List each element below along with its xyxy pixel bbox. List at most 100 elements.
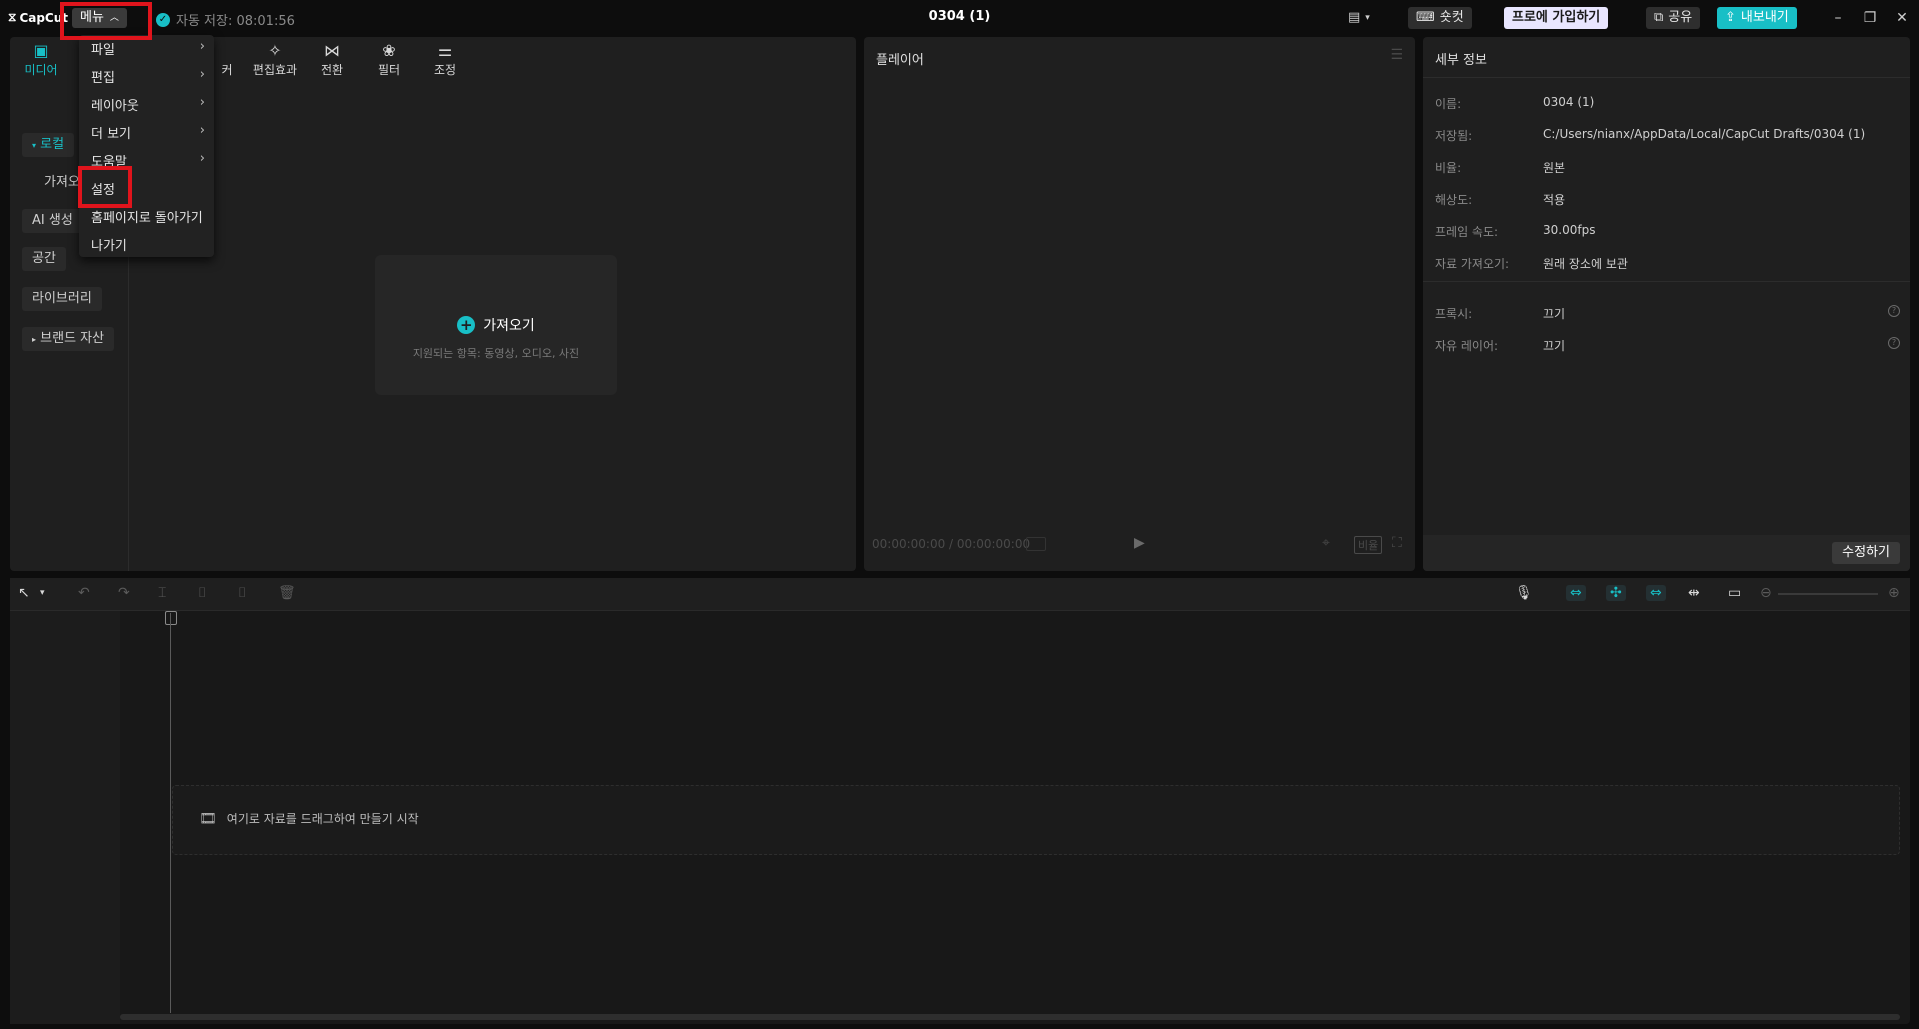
tab-transition[interactable]: ⋈ 전환 <box>305 41 359 78</box>
detail-label-proxy: 프록시: <box>1435 307 1473 321</box>
restore-icon[interactable]: ❐ <box>1856 6 1884 30</box>
redo-icon[interactable]: ↷ <box>118 585 130 601</box>
export-icon: ⇪ <box>1725 10 1736 25</box>
detail-label-frame-rate: 프레임 속도: <box>1435 225 1499 239</box>
chevron-right-icon: › <box>199 67 205 82</box>
close-icon[interactable]: ✕ <box>1888 6 1916 30</box>
detail-value-saved: C:/Users/nianx/AppData/Local/CapCut Draf… <box>1543 127 1866 141</box>
play-icon[interactable]: ▶ <box>1134 535 1145 551</box>
tab-filter-label: 필터 <box>377 63 401 77</box>
help-icon[interactable]: ? <box>1888 337 1900 349</box>
fullscreen-icon[interactable]: ⛶ <box>1392 535 1402 551</box>
timeline-dropzone[interactable]: 🎞 여기로 자료를 드래그하여 만들기 시작 <box>172 785 1900 855</box>
select-cursor-icon[interactable]: ↖ <box>18 585 30 601</box>
dropzone-message: 🎞 여기로 자료를 드래그하여 만들기 시작 <box>199 810 419 827</box>
divider <box>1423 77 1910 78</box>
layout-icon: ▤ <box>1348 10 1361 25</box>
share-label: 공유 <box>1668 10 1693 25</box>
tab-effects[interactable]: ✧ 편집효과 <box>243 41 307 78</box>
chevron-right-icon: › <box>199 151 205 166</box>
minimize-icon[interactable]: – <box>1824 6 1852 30</box>
join-pro-button[interactable]: 프로에 가입하기 <box>1504 7 1609 29</box>
menu-item-layout[interactable]: 레이아웃 › <box>91 95 205 114</box>
detail-value-import: 원래 장소에 보관 <box>1543 257 1628 271</box>
highlight-settings-item <box>78 166 132 208</box>
effects-icon: ✧ <box>268 41 282 60</box>
detail-label-import: 자료 가져오기: <box>1435 257 1510 271</box>
tab-adjust[interactable]: ⚌ 조정 <box>418 41 472 78</box>
sidebar-item-brand-assets[interactable]: ▸ 브랜드 자산 <box>22 327 115 351</box>
tab-media[interactable]: ▣ 미디어 <box>14 41 68 78</box>
detail-value-frame-rate: 30.00fps <box>1543 223 1596 237</box>
detail-label-ratio: 비율: <box>1435 161 1462 175</box>
zoom-in-icon[interactable]: ⊕ <box>1888 585 1900 601</box>
menu-item-go-home[interactable]: 홈페이지로 돌아가기 <box>91 207 205 226</box>
auto-snap-icon[interactable]: ✣ <box>1606 585 1626 601</box>
help-icon[interactable]: ? <box>1888 305 1900 317</box>
adjust-icon: ⚌ <box>437 41 453 60</box>
tab-adjust-label: 조정 <box>433 63 457 77</box>
plus-icon: + <box>457 316 476 334</box>
tab-transition-label: 전환 <box>320 63 344 77</box>
media-icon: ▣ <box>33 41 49 60</box>
chevron-right-icon: › <box>199 123 205 138</box>
keyboard-icon: ⌨ <box>1416 10 1435 25</box>
undo-icon[interactable]: ↶ <box>78 585 90 601</box>
detail-value-name: 0304 (1) <box>1543 95 1595 109</box>
zoom-out-icon[interactable]: ⊖ <box>1760 585 1772 601</box>
triangle-right-icon: ▸ <box>32 335 37 344</box>
tab-filter[interactable]: ❀ 필터 <box>362 41 416 78</box>
layout-button[interactable]: ▤ ▾ <box>1340 7 1378 29</box>
main-track-magnet-icon[interactable]: ⇔ <box>1566 585 1586 601</box>
import-button[interactable]: + 가져오기 <box>375 315 617 335</box>
trim-left-icon[interactable]: ⌷ <box>198 585 206 601</box>
divider <box>1423 281 1910 282</box>
export-button[interactable]: ⇪ 내보내기 <box>1717 7 1797 29</box>
shortcut-button[interactable]: ⌨ 숏컷 <box>1408 7 1472 29</box>
thumbnail-icon[interactable]: ▭ <box>1728 585 1741 601</box>
sidebar-item-local[interactable]: ▾ 로컬 <box>22 133 75 157</box>
menu-dropdown: 파일 › 편집 › 레이아웃 › 더 보기 › 도움말 › 설정 홈페이지로 돌… <box>79 35 214 257</box>
timeline-toggle-icon[interactable] <box>1026 537 1046 551</box>
title-bar: ⧖ CapCut 메뉴 ︿ ✓ 자동 저장: 08:01:56 0304 (1)… <box>0 0 1919 36</box>
player-menu-icon[interactable]: ☰ <box>1390 47 1403 63</box>
sidebar-item-library[interactable]: 라이브러리 <box>22 287 102 311</box>
import-supported-text: 지원되는 항목: 동영상, 오디오, 사진 <box>412 347 580 360</box>
microphone-icon[interactable]: 🎙 <box>1515 585 1533 601</box>
menu-item-edit[interactable]: 편집 › <box>91 67 205 86</box>
chevron-down-icon: ▾ <box>1365 13 1370 23</box>
zoom-slider[interactable] <box>1778 593 1878 595</box>
preview-axis-icon[interactable]: ⇹ <box>1688 585 1700 601</box>
menu-item-file[interactable]: 파일 › <box>91 39 205 58</box>
track-headers <box>10 611 120 1024</box>
menu-item-more[interactable]: 더 보기 › <box>91 123 205 142</box>
horizontal-scrollbar[interactable] <box>120 1014 1900 1020</box>
timeline-toolbar: ↖ ▾ ↶ ↷ ⌶ ⌷ ⌷ 🗑 🎙 ⇔ ✣ ⇔ ⇹ ▭ ⊖ ⊕ <box>10 578 1910 611</box>
tab-effects-label: 편집효과 <box>252 63 298 77</box>
fit-screen-icon[interactable]: ⌖ <box>1322 535 1330 551</box>
sidebar-item-ai-generate[interactable]: AI 생성 <box>22 209 83 233</box>
sidebar-item-space[interactable]: 공간 <box>22 247 66 271</box>
detail-value-free-layer: 끄기 <box>1543 339 1566 353</box>
trim-right-icon[interactable]: ⌷ <box>238 585 246 601</box>
edit-button[interactable]: 수정하기 <box>1832 542 1900 564</box>
share-button[interactable]: ⧉ 공유 <box>1646 7 1701 29</box>
linkage-icon[interactable]: ⇔ <box>1646 585 1666 601</box>
import-dropzone[interactable]: + 가져오기 지원되는 항목: 동영상, 오디오, 사진 <box>375 255 617 395</box>
chevron-right-icon: › <box>199 95 205 110</box>
playhead-handle[interactable] <box>165 611 177 625</box>
detail-label-resolution: 해상도: <box>1435 193 1473 207</box>
film-icon: 🎞 <box>199 810 217 827</box>
split-icon[interactable]: ⌶ <box>158 585 166 601</box>
details-footer: 수정하기 <box>1423 535 1910 571</box>
menu-item-exit[interactable]: 나가기 <box>91 235 205 254</box>
chevron-down-icon[interactable]: ▾ <box>40 588 45 598</box>
tab-media-label: 미디어 <box>24 63 58 77</box>
ratio-button[interactable]: 비율 <box>1354 536 1383 554</box>
delete-icon[interactable]: 🗑 <box>278 585 296 601</box>
playhead[interactable] <box>170 613 171 1013</box>
transition-icon: ⋈ <box>324 41 340 60</box>
player-panel: 플레이어 ☰ 00:00:00:00 / 00:00:00:00 ▶ ⌖ 비율 … <box>864 37 1415 571</box>
detail-label-name: 이름: <box>1435 97 1462 111</box>
detail-value-ratio: 원본 <box>1543 161 1566 175</box>
